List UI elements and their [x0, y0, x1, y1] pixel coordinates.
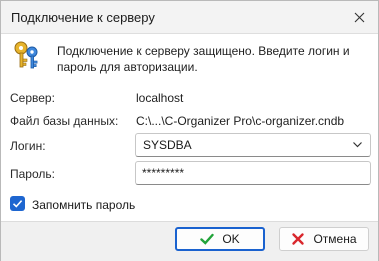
db-file-value: C:\...\C-Organizer Pro\c-organizer.cndb [136, 114, 345, 128]
login-select[interactable]: SYSDBA [135, 133, 371, 157]
remember-password-label[interactable]: Запомнить пароль [32, 198, 135, 212]
chevron-down-icon [353, 142, 362, 148]
login-label: Логин: [10, 139, 46, 153]
window-title: Подключение к серверу [11, 10, 155, 25]
db-file-label: Файл базы данных: [10, 114, 119, 128]
checkmark-icon [12, 200, 23, 208]
server-label: Сервер: [10, 91, 55, 105]
header-message: Подключение к серверу защищено. Введите … [57, 44, 350, 74]
close-icon [354, 12, 364, 22]
cancel-x-icon [292, 233, 305, 245]
server-value: localhost [136, 91, 184, 105]
ok-button[interactable]: OK [175, 227, 265, 251]
remember-password-checkbox[interactable] [10, 196, 25, 211]
login-select-value: SYSDBA [143, 138, 192, 152]
check-icon [200, 233, 215, 245]
cancel-button-label: Отмена [313, 232, 357, 246]
password-field-box [135, 161, 371, 185]
title-bar: Подключение к серверу [1, 1, 378, 34]
password-label: Пароль: [10, 167, 55, 181]
keys-icon [14, 41, 38, 69]
password-field[interactable] [142, 165, 362, 180]
close-button[interactable] [346, 5, 372, 29]
ok-button-label: OK [222, 232, 240, 246]
cancel-button[interactable]: Отмена [279, 227, 369, 251]
login-dialog: Подключение к серверу Подключение к серв… [0, 0, 379, 261]
